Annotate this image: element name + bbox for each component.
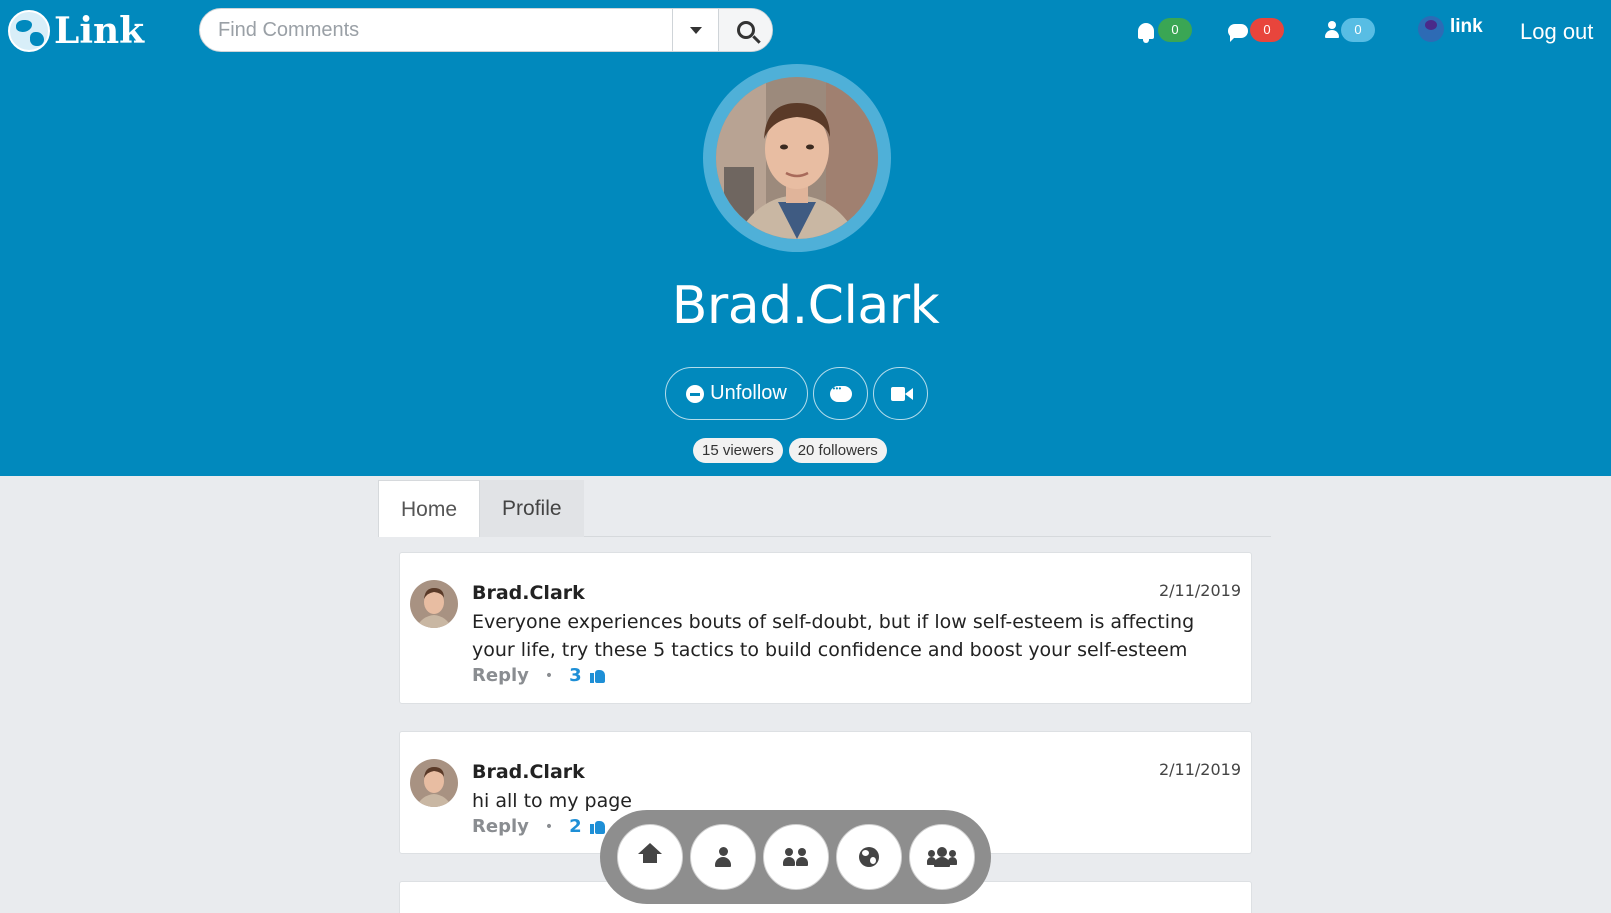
separator-dot: • xyxy=(544,818,554,835)
profile-actions: Unfollow xyxy=(665,367,928,420)
nav-profile-button[interactable] xyxy=(689,824,756,890)
user-icon xyxy=(1325,21,1339,39)
person-photo xyxy=(716,77,878,239)
chat-bubble-icon xyxy=(829,384,852,402)
friend-requests-button[interactable]: 0 xyxy=(1325,18,1375,42)
post-card: Brad.Clark 2/11/2019 Everyone experience… xyxy=(399,552,1252,704)
current-user-name: link xyxy=(1450,16,1483,37)
messages-button[interactable]: 0 xyxy=(1228,18,1284,42)
friend-requests-count-badge: 0 xyxy=(1341,18,1375,42)
avatar xyxy=(1418,16,1444,42)
followers-badge[interactable]: 20 followers xyxy=(788,438,887,463)
bell-icon xyxy=(1138,22,1154,43)
like-count: 3 xyxy=(569,665,582,686)
profile-tabs: Home Profile xyxy=(378,480,1271,537)
post-author-name[interactable]: Brad.Clark xyxy=(472,761,585,783)
message-button[interactable] xyxy=(813,367,868,420)
user-icon xyxy=(714,847,731,867)
caret-down-icon xyxy=(689,26,702,34)
users-icon xyxy=(782,848,809,866)
separator-dot: • xyxy=(544,667,554,684)
post-actions: Reply • 2 xyxy=(472,816,605,837)
search-filter-dropdown[interactable] xyxy=(672,9,718,51)
group-icon xyxy=(926,847,957,867)
globe-icon xyxy=(858,847,879,867)
globe-logo-icon xyxy=(8,10,50,52)
reply-button[interactable]: Reply xyxy=(472,665,529,686)
search-button[interactable] xyxy=(718,9,772,51)
post-author-avatar[interactable] xyxy=(410,580,458,628)
current-user-menu[interactable]: link xyxy=(1418,16,1483,42)
nav-home-button[interactable] xyxy=(616,824,683,890)
post-actions: Reply • 3 xyxy=(472,665,605,686)
minus-circle-icon xyxy=(686,384,705,403)
unfollow-label: Unfollow xyxy=(710,382,787,404)
notifications-count-badge: 0 xyxy=(1158,18,1192,42)
person-photo xyxy=(410,580,458,628)
like-count: 2 xyxy=(569,816,582,837)
search-input[interactable] xyxy=(200,9,673,51)
post-date: 2/11/2019 xyxy=(1158,581,1241,600)
logout-link[interactable]: Log out xyxy=(1520,19,1593,45)
viewers-badge: 15 viewers xyxy=(693,438,783,463)
nav-friends-button[interactable] xyxy=(762,824,829,890)
post-author-avatar[interactable] xyxy=(410,759,458,807)
bottom-nav xyxy=(600,810,991,904)
thumbs-up-icon[interactable] xyxy=(589,668,605,683)
unfollow-button[interactable]: Unfollow xyxy=(665,367,808,420)
messages-count-badge: 0 xyxy=(1250,18,1284,42)
profile-photo[interactable] xyxy=(703,64,891,252)
comment-icon xyxy=(1228,23,1248,42)
app-logo[interactable]: Link xyxy=(8,10,144,52)
video-call-button[interactable] xyxy=(873,367,928,420)
post-text: Everyone experiences bouts of self-doubt… xyxy=(472,611,1195,661)
tab-home[interactable]: Home xyxy=(378,480,481,537)
video-camera-icon xyxy=(890,386,913,401)
post-author-name[interactable]: Brad.Clark xyxy=(472,582,585,604)
notifications-button[interactable]: 0 xyxy=(1136,18,1192,43)
profile-name: Brad.Clark xyxy=(671,276,940,336)
person-photo xyxy=(410,759,458,807)
post-author-avatar[interactable] xyxy=(410,909,458,913)
tab-profile[interactable]: Profile xyxy=(480,480,584,537)
nav-groups-button[interactable] xyxy=(908,824,975,890)
nav-world-button[interactable] xyxy=(835,824,902,890)
logo-text: Link xyxy=(54,10,145,52)
profile-avatar xyxy=(716,77,878,239)
reply-button[interactable]: Reply xyxy=(472,816,529,837)
profile-stats: 15 viewers 20 followers xyxy=(693,438,887,463)
search-icon xyxy=(736,21,755,39)
thumbs-up-icon[interactable] xyxy=(589,819,605,834)
home-icon xyxy=(637,843,662,867)
post-date: 2/11/2019 xyxy=(1158,760,1241,779)
search-bar xyxy=(199,8,773,52)
